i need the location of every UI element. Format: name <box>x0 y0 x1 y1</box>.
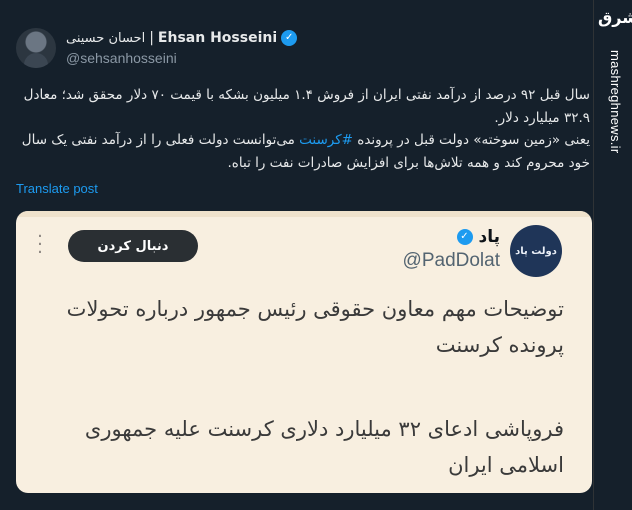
watermark-logo: مشرق <box>598 8 632 27</box>
post-paragraph-2-start: یعنی «زمین سوخته» دولت قبل در پرونده <box>352 132 590 148</box>
watermark-strip: مشرق mashreghnews.ir <box>593 0 632 510</box>
card-top-strip <box>16 211 592 217</box>
post-text: سال قبل ۹۲ درصد از درآمد نفتی ایران از ف… <box>16 84 590 174</box>
author-avatar[interactable] <box>16 28 56 68</box>
quoted-author-name[interactable]: پاد <box>479 227 501 247</box>
watermark-site: mashreghnews.ir <box>608 50 623 154</box>
author-name-row[interactable]: احسان حسینی | Ehsan Hosseini ✓ <box>66 30 298 46</box>
author-handle[interactable]: @sehsanhosseini <box>66 50 177 66</box>
author-name-fa[interactable]: احسان حسینی <box>66 31 145 46</box>
quoted-headline-2: فروپاشی ادعای ۳۲ میلیارد دلاری کرسنت علی… <box>84 417 564 477</box>
translate-post-link[interactable]: Translate post <box>16 181 98 196</box>
author-name-en[interactable]: Ehsan Hosseini <box>158 30 277 46</box>
name-separator: | <box>149 30 154 46</box>
follow-button[interactable]: دنبال کردن <box>68 230 198 262</box>
hashtag-link[interactable]: #کرسنت <box>299 132 353 148</box>
quoted-author-name-row[interactable]: پاد ✓ <box>456 227 501 247</box>
quoted-author-avatar[interactable]: دولت پاد <box>510 225 562 277</box>
quoted-post-card[interactable]: دولت پاد پاد ✓ @PadDolat دنبال کردن · · · … <box>16 211 592 493</box>
quoted-headline-1: توضیحات مهم معاون حقوقی رئیس جمهور دربار… <box>66 297 564 357</box>
more-options-icon[interactable]: · · · <box>34 228 46 262</box>
quoted-verified-badge-icon: ✓ <box>456 229 473 245</box>
verified-badge-icon: ✓ <box>281 30 298 46</box>
quoted-author-handle[interactable]: @PadDolat <box>403 250 500 272</box>
post-paragraph-2: یعنی «زمین سوخته» دولت قبل در پرونده #کر… <box>16 129 590 174</box>
post-paragraph-1: سال قبل ۹۲ درصد از درآمد نفتی ایران از ف… <box>23 87 590 126</box>
